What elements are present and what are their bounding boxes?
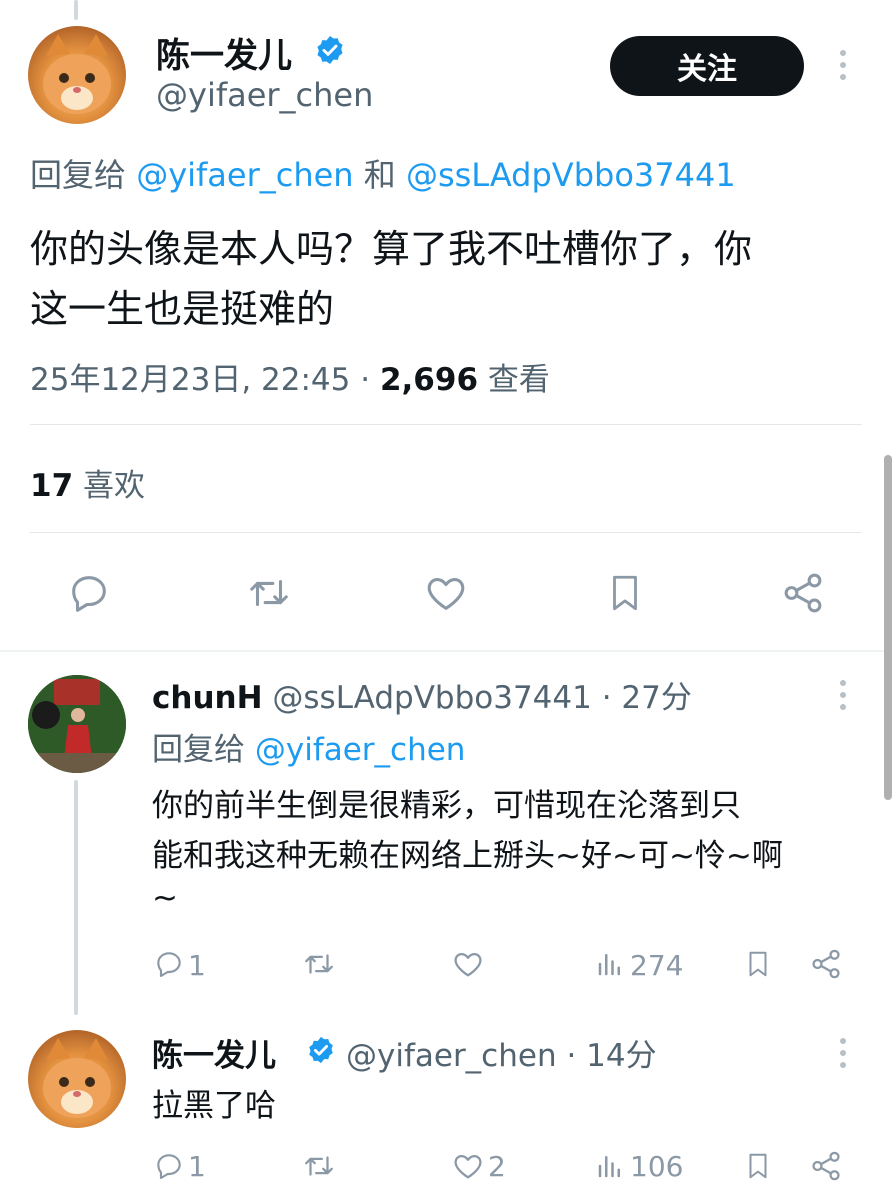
reply-and: 和 — [363, 156, 396, 194]
views-icon[interactable] — [594, 1148, 626, 1184]
more-icon[interactable] — [840, 50, 846, 80]
reply-text-line: 你的前半生倒是很精彩，可惜现在沦落到只 — [152, 788, 741, 824]
like-icon[interactable] — [420, 568, 472, 618]
more-icon[interactable] — [840, 680, 846, 710]
views-icon[interactable] — [594, 946, 626, 982]
reply-text-line: 能和我这种无赖在网络上掰头~好~可~怜~啊 — [152, 838, 783, 874]
reply-icon[interactable] — [64, 568, 114, 618]
likes-count: 17 — [30, 468, 74, 504]
display-name[interactable]: 陈一发儿 — [156, 28, 292, 77]
more-icon[interactable] — [840, 1038, 846, 1068]
reply-count: 1 — [188, 1150, 206, 1183]
reply-icon[interactable] — [152, 946, 186, 982]
bookmark-icon[interactable] — [742, 946, 774, 982]
handle-time[interactable]: @ssLAdpVbbo37441 · 27分 — [272, 680, 691, 716]
bookmark-icon[interactable] — [602, 568, 648, 618]
person-photo-icon — [28, 675, 126, 773]
cat-face-icon — [43, 34, 111, 114]
reply-user-link[interactable]: @yifaer_chen — [255, 732, 466, 768]
like-count: 2 — [488, 1150, 506, 1183]
verified-badge-icon — [314, 34, 346, 66]
divider — [0, 650, 892, 652]
follow-button[interactable]: 关注 — [610, 36, 804, 96]
reply-prefix: 回复给 — [30, 156, 127, 194]
likes-label: 喜欢 — [83, 468, 145, 504]
tweet-meta: 25年12月23日, 22:45 · 2,696 查看 — [30, 354, 550, 399]
display-name[interactable]: 陈一发儿 — [152, 1038, 276, 1074]
scrollbar[interactable] — [884, 455, 892, 800]
tweet-text-line: 你的头像是本人吗？算了我不吐槽你了，你 — [30, 227, 753, 271]
divider — [30, 532, 862, 533]
reply-count: 1 — [188, 949, 206, 982]
reply-header: chunH @ssLAdpVbbo37441 · 27分 — [152, 672, 692, 717]
reply-user-link[interactable]: @yifaer_chen — [136, 156, 353, 194]
verified-badge-icon — [306, 1035, 336, 1065]
views-count: 2,696 — [379, 362, 479, 398]
handle[interactable]: @yifaer_chen — [156, 76, 373, 114]
reply-user-link[interactable]: @ssLAdpVbbo37441 — [406, 156, 736, 194]
divider — [30, 424, 862, 425]
share-icon[interactable] — [808, 946, 844, 982]
display-name[interactable]: chunH — [152, 680, 263, 716]
timestamp[interactable]: 25年12月23日, 22:45 · — [30, 362, 370, 398]
thread-line-top — [74, 0, 78, 20]
handle-time[interactable]: @yifaer_chen · 14分 — [346, 1030, 657, 1075]
reply-context: 回复给 @yifaer_chen — [152, 724, 465, 769]
reply-header: 陈一发儿 — [152, 1030, 276, 1075]
thread-line-reply — [74, 780, 78, 1015]
reply-context: 回复给 @yifaer_chen 和 @ssLAdpVbbo37441 — [30, 150, 736, 196]
avatar[interactable] — [28, 1030, 126, 1128]
retweet-icon[interactable] — [300, 946, 338, 982]
like-icon[interactable] — [450, 1148, 486, 1184]
bookmark-icon[interactable] — [742, 1148, 774, 1184]
retweet-icon[interactable] — [242, 568, 296, 618]
reply-icon[interactable] — [152, 1148, 186, 1184]
reply-prefix: 回复给 — [152, 732, 245, 768]
tweet-text-line: 这一生也是挺难的 — [30, 287, 335, 331]
avatar[interactable] — [28, 675, 126, 773]
views-count: 274 — [630, 949, 684, 982]
retweet-icon[interactable] — [300, 1148, 338, 1184]
cat-face-icon — [43, 1038, 111, 1118]
reply-text-line: ~ — [152, 880, 178, 916]
like-icon[interactable] — [450, 946, 486, 982]
avatar[interactable] — [28, 26, 126, 124]
likes-summary[interactable]: 17 喜欢 — [30, 460, 145, 505]
reply-text-line: 拉黑了哈 — [152, 1088, 276, 1124]
views-label: 查看 — [487, 362, 550, 398]
share-icon[interactable] — [778, 568, 828, 618]
share-icon[interactable] — [808, 1148, 844, 1184]
views-count: 106 — [630, 1150, 684, 1183]
